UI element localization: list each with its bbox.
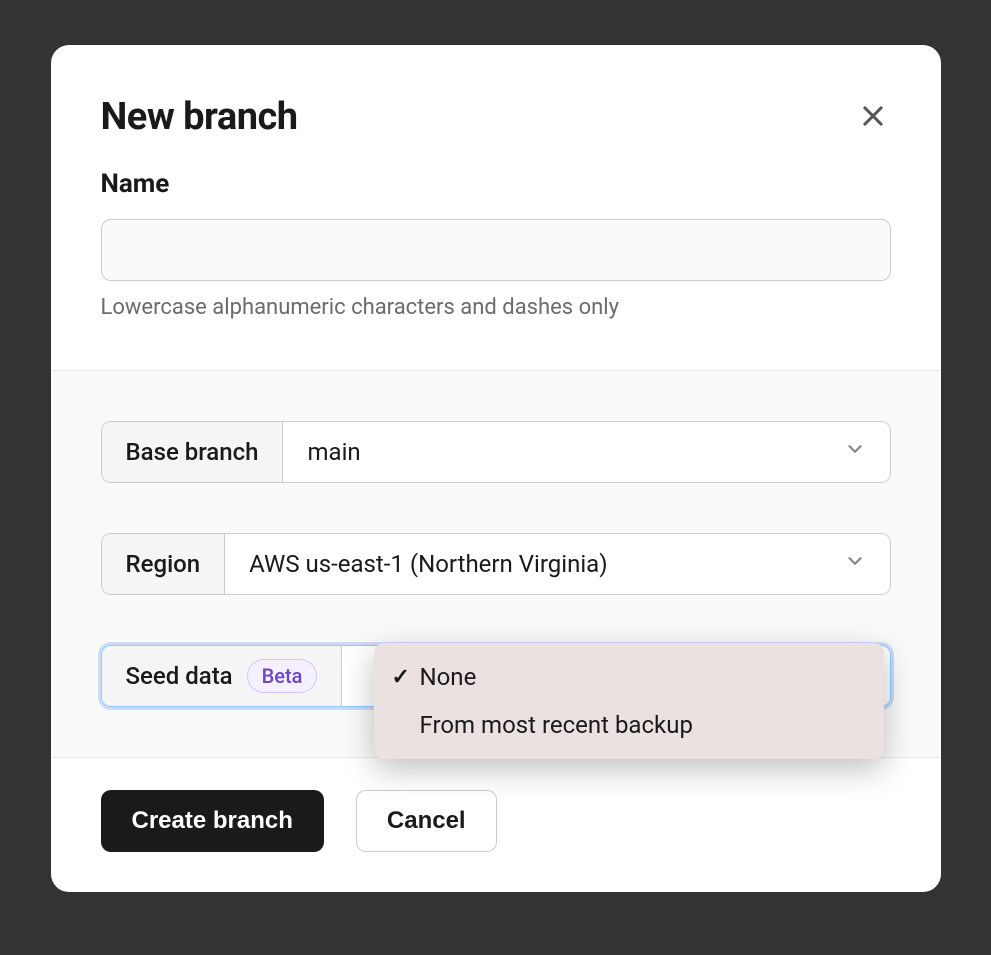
- seed-option-label: From most recent backup: [420, 711, 693, 739]
- seed-data-label: Seed data Beta: [102, 646, 343, 706]
- seed-data-dropdown: ✓ None From most recent backup: [374, 643, 884, 759]
- name-input[interactable]: [101, 219, 891, 281]
- create-branch-button[interactable]: Create branch: [101, 790, 324, 852]
- seed-data-wrapper: Seed data Beta ✓ None: [101, 645, 891, 707]
- base-branch-label: Base branch: [102, 422, 284, 482]
- chevron-down-icon: [844, 550, 866, 578]
- check-icon: ✓: [392, 665, 420, 690]
- name-help-text: Lowercase alphanumeric characters and da…: [101, 295, 891, 320]
- region-select[interactable]: AWS us-east-1 (Northern Virginia): [225, 534, 889, 594]
- base-branch-value: main: [307, 438, 360, 466]
- new-branch-modal: New branch Name Lowercase alphanumeric c…: [51, 45, 941, 892]
- modal-title: New branch: [101, 95, 298, 139]
- seed-option-backup[interactable]: From most recent backup: [374, 701, 884, 749]
- region-label: Region: [102, 534, 226, 594]
- seed-option-none[interactable]: ✓ None: [374, 653, 884, 701]
- beta-badge: Beta: [247, 659, 318, 693]
- base-branch-row: Base branch main: [101, 421, 891, 483]
- region-value: AWS us-east-1 (Northern Virginia): [249, 550, 607, 578]
- modal-footer: Create branch Cancel: [51, 758, 941, 892]
- settings-section: Base branch main Region AWS us-east-1 (N…: [51, 370, 941, 758]
- seed-option-label: None: [420, 663, 477, 691]
- seed-data-label-text: Seed data: [126, 662, 233, 690]
- region-row: Region AWS us-east-1 (Northern Virginia): [101, 533, 891, 595]
- cancel-button[interactable]: Cancel: [356, 790, 497, 852]
- modal-header: New branch: [51, 45, 941, 169]
- chevron-down-icon: [844, 438, 866, 466]
- name-section: Name Lowercase alphanumeric characters a…: [51, 169, 941, 370]
- name-label: Name: [101, 169, 891, 199]
- close-button[interactable]: [855, 98, 891, 137]
- close-icon: [859, 102, 887, 133]
- base-branch-select[interactable]: main: [283, 422, 889, 482]
